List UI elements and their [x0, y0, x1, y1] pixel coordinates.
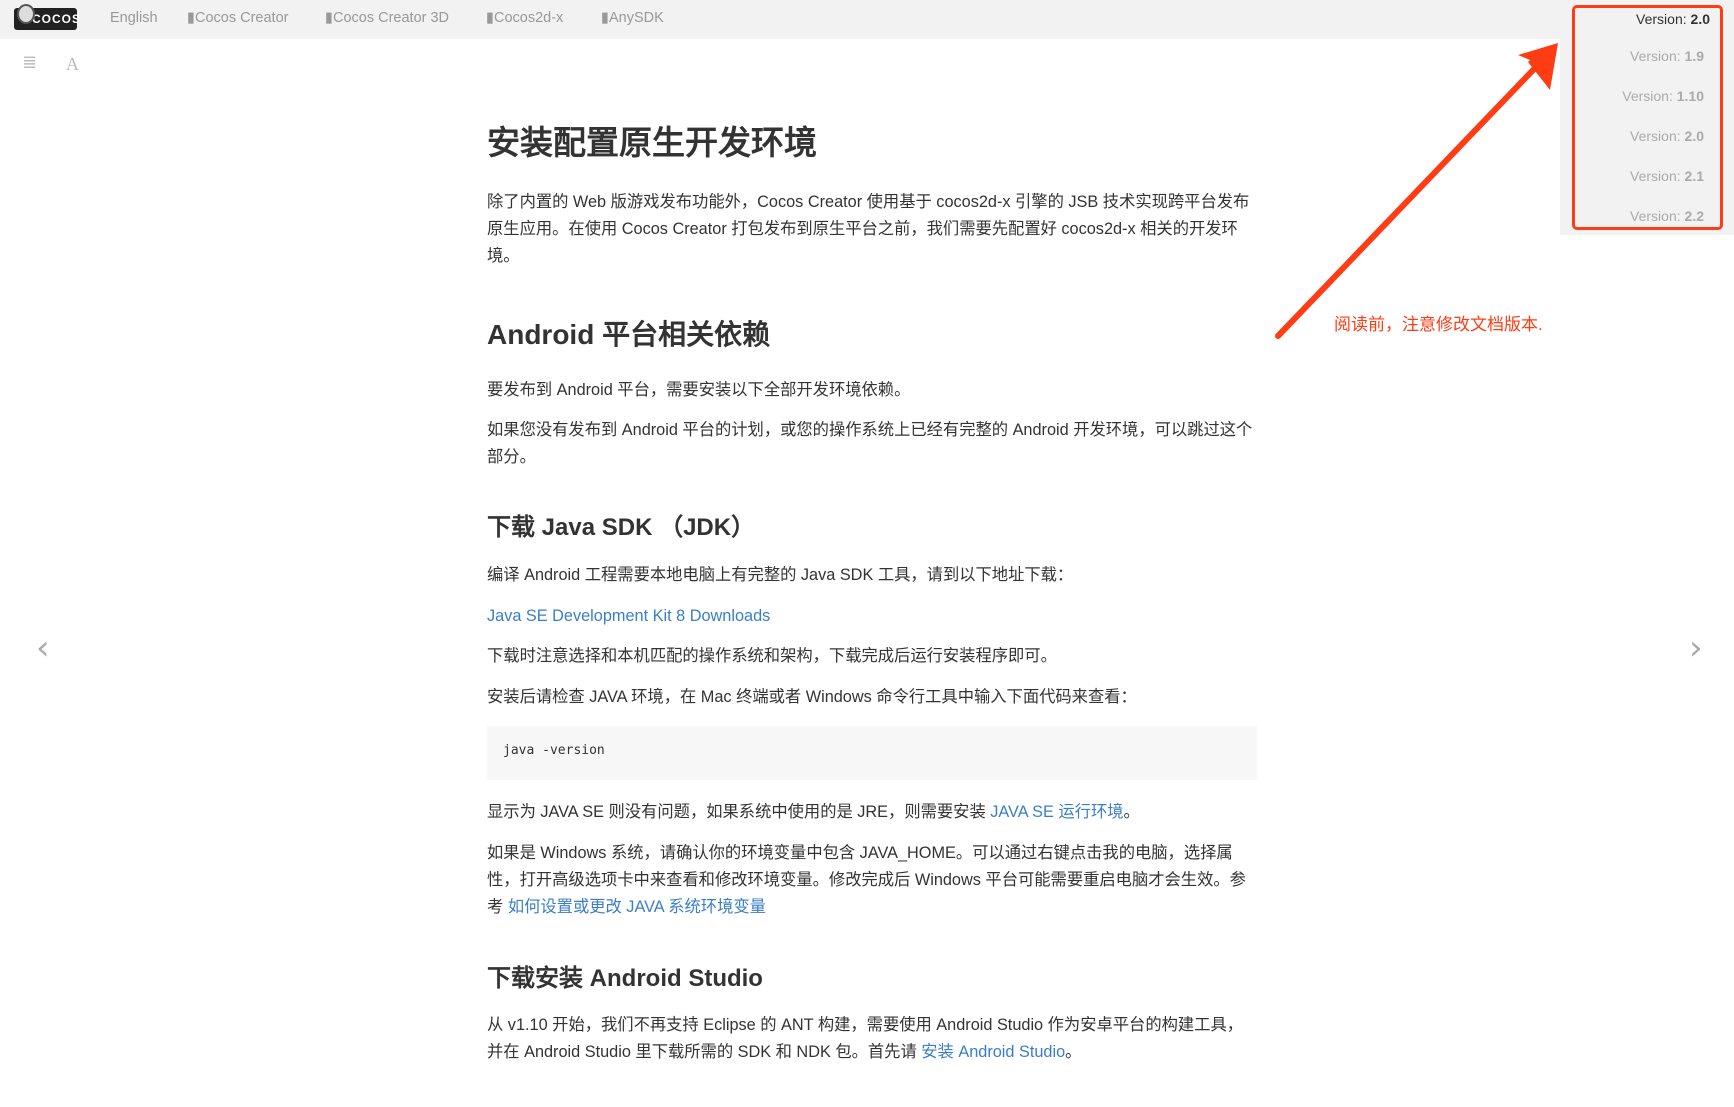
annotation-arrow-icon [0, 0, 1734, 1107]
annotation-note: 阅读前，注意修改文档版本. [1334, 310, 1543, 335]
